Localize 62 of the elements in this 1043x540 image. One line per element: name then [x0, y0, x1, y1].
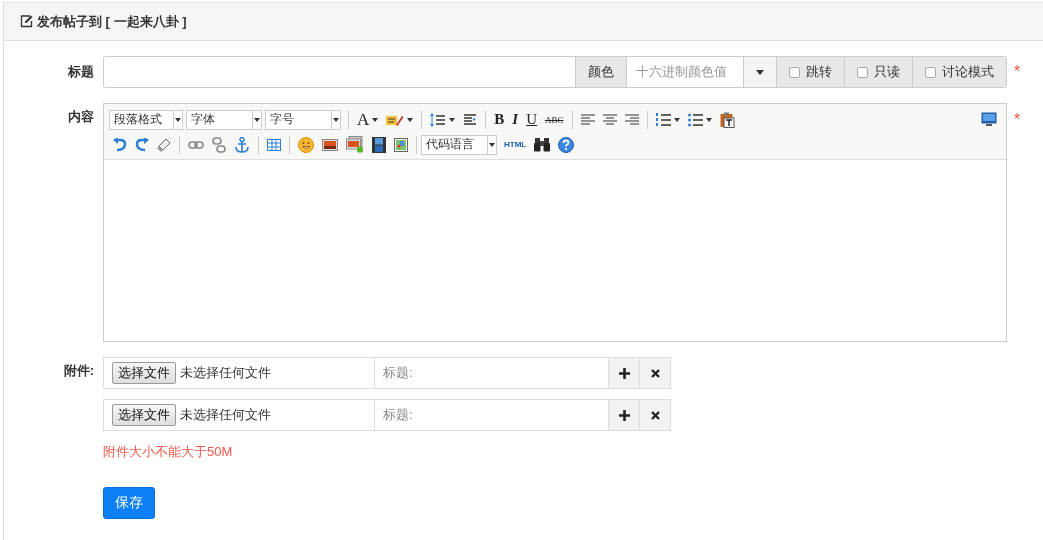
file-status: 未选择任何文件 — [180, 364, 271, 382]
option-toggle[interactable]: 只读 — [845, 57, 913, 87]
required-mark: * — [1013, 62, 1021, 82]
checkbox[interactable] — [789, 66, 800, 78]
checkbox[interactable] — [925, 66, 936, 78]
unlink-icon — [212, 136, 226, 153]
add-button[interactable] — [609, 400, 640, 430]
plus-icon — [618, 367, 630, 379]
checkbox[interactable] — [857, 66, 868, 78]
image-icon — [322, 138, 338, 151]
line-spacing-icon — [430, 111, 447, 128]
required-mark: * — [1013, 110, 1021, 130]
monitor-icon — [981, 112, 997, 127]
save-button[interactable]: 保存 — [103, 487, 155, 519]
underline-icon[interactable]: U — [526, 111, 537, 128]
images-icon — [346, 136, 364, 153]
close-icon — [650, 410, 660, 420]
bold-icon[interactable]: B — [494, 111, 505, 128]
undo-icon — [113, 137, 127, 152]
clipboard-icon — [719, 111, 735, 128]
html-icon[interactable]: HTML — [504, 140, 527, 149]
field-label: 标题 — [67, 63, 95, 81]
panel-title: 发布帖子到 [ 一起来八卦 ] — [37, 12, 187, 31]
field-label: 内容 — [67, 108, 95, 126]
italic-icon[interactable]: I — [512, 111, 519, 128]
size-limit-note: 附件大小不能大于50M — [103, 443, 234, 461]
plus-icon — [618, 409, 630, 421]
choose-file-button[interactable]: 选择文件 — [112, 404, 176, 426]
option-toggle[interactable]: 讨论模式 — [913, 57, 1006, 87]
dropdown[interactable]: 代码语言 — [421, 134, 497, 155]
redo-icon — [135, 137, 149, 152]
align-right-icon — [624, 113, 639, 126]
help-icon — [558, 136, 575, 153]
edit-icon — [20, 15, 33, 28]
add-button[interactable] — [609, 358, 640, 388]
remove-button[interactable] — [640, 358, 670, 388]
bullet-list-icon — [687, 112, 703, 127]
remove-button[interactable] — [640, 400, 670, 430]
smiley-icon — [298, 136, 314, 153]
dropdown[interactable]: 字体 — [186, 109, 262, 130]
align-center-icon — [602, 113, 617, 126]
title-input[interactable] — [104, 57, 576, 87]
table-icon — [267, 138, 281, 151]
anchor-icon — [234, 136, 250, 153]
binoculars-icon — [534, 137, 551, 152]
color-label: 颜色 — [576, 57, 627, 87]
choose-file-button[interactable]: 选择文件 — [112, 362, 176, 384]
option-toggle[interactable]: 跳转 — [777, 57, 845, 87]
film-icon — [372, 136, 386, 153]
map-icon — [394, 137, 408, 152]
rich-text-editor[interactable]: 段落格式 字体 字号 A B I U ABC 代码语言 HTML — [103, 103, 1007, 342]
dropdown[interactable]: 段落格式 — [109, 109, 183, 130]
eraser-icon — [157, 137, 171, 152]
indent-icon — [463, 112, 478, 127]
file-status: 未选择任何文件 — [180, 406, 271, 424]
dropdown[interactable]: 字号 — [265, 109, 341, 130]
font-color-icon[interactable]: A — [357, 109, 370, 130]
close-icon — [650, 368, 660, 378]
link-icon — [188, 139, 204, 150]
strikethrough-icon[interactable]: ABC — [545, 114, 564, 125]
field-label: 附件: — [62, 362, 95, 380]
align-left-icon — [580, 113, 595, 126]
